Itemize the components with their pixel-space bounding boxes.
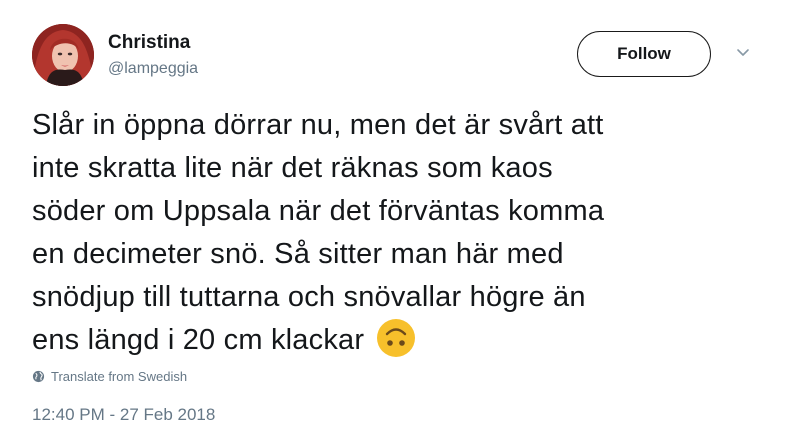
- tweet-text: Slår in öppna dörrar nu, men det är svår…: [32, 104, 772, 362]
- display-name[interactable]: Christina: [108, 32, 198, 54]
- chevron-down-icon[interactable]: [735, 44, 751, 60]
- tweet-text-line: Slår in öppna dörrar nu, men det är svår…: [32, 109, 604, 141]
- tweet-text-last-line: ens längd i 20 cm klackar: [32, 319, 772, 362]
- avatar-image: [32, 24, 94, 86]
- translate-label[interactable]: Translate from Swedish: [51, 369, 187, 384]
- tweet-text-line: ens längd i 20 cm klackar: [32, 324, 365, 356]
- tweet-text-line: inte skratta lite när det räknas som kao…: [32, 152, 553, 184]
- tweet-timestamp[interactable]: 12:40 PM - 27 Feb 2018: [32, 405, 215, 425]
- follow-button[interactable]: Follow: [577, 31, 711, 77]
- avatar[interactable]: [32, 24, 94, 86]
- tweet-text-line: söder om Uppsala när det förväntas komma: [32, 195, 605, 227]
- tweet-header: Christina @lampeggia Follow: [32, 24, 767, 88]
- globe-icon: [32, 370, 45, 383]
- translate-link[interactable]: Translate from Swedish: [32, 369, 187, 384]
- tweet-card: Christina @lampeggia Follow Slår in öppn…: [0, 0, 799, 438]
- tweet-text-line: snödjup till tuttarna och snövallar högr…: [32, 281, 586, 313]
- user-handle[interactable]: @lampeggia: [108, 58, 198, 80]
- user-names: Christina @lampeggia: [108, 32, 198, 80]
- tweet-text-line: en decimeter snö. Så sitter man här med: [32, 238, 564, 270]
- upside-down-face-icon: [377, 319, 416, 358]
